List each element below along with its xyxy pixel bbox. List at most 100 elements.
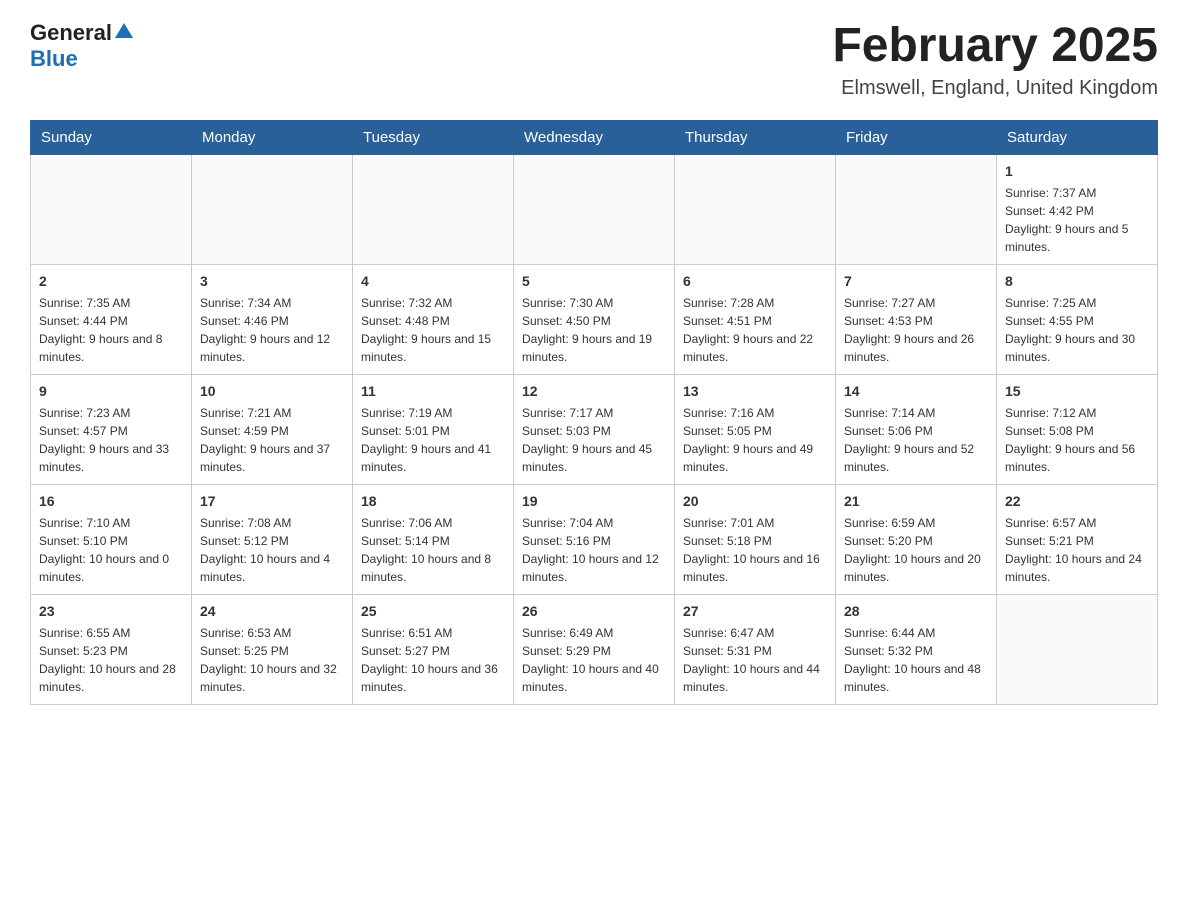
day-number: 28 [844,601,988,622]
day-number: 21 [844,491,988,512]
calendar-day-cell: 25Sunrise: 6:51 AM Sunset: 5:27 PM Dayli… [353,594,514,704]
calendar-day-cell: 21Sunrise: 6:59 AM Sunset: 5:20 PM Dayli… [836,484,997,594]
day-info: Sunrise: 7:30 AM Sunset: 4:50 PM Dayligh… [522,294,666,366]
calendar-day-cell [675,154,836,264]
calendar-week-row: 16Sunrise: 7:10 AM Sunset: 5:10 PM Dayli… [31,484,1158,594]
page-header: General Blue February 2025 Elmswell, Eng… [30,20,1158,100]
day-info: Sunrise: 7:37 AM Sunset: 4:42 PM Dayligh… [1005,184,1149,256]
day-number: 14 [844,381,988,402]
day-number: 9 [39,381,183,402]
calendar-day-cell: 23Sunrise: 6:55 AM Sunset: 5:23 PM Dayli… [31,594,192,704]
day-number: 4 [361,271,505,292]
calendar-day-cell: 3Sunrise: 7:34 AM Sunset: 4:46 PM Daylig… [192,264,353,374]
calendar-day-cell: 12Sunrise: 7:17 AM Sunset: 5:03 PM Dayli… [514,374,675,484]
calendar-day-cell: 6Sunrise: 7:28 AM Sunset: 4:51 PM Daylig… [675,264,836,374]
day-info: Sunrise: 6:47 AM Sunset: 5:31 PM Dayligh… [683,624,827,696]
day-number: 23 [39,601,183,622]
calendar-week-row: 9Sunrise: 7:23 AM Sunset: 4:57 PM Daylig… [31,374,1158,484]
title-block: February 2025 Elmswell, England, United … [832,20,1158,100]
day-number: 17 [200,491,344,512]
calendar-week-row: 23Sunrise: 6:55 AM Sunset: 5:23 PM Dayli… [31,594,1158,704]
day-number: 3 [200,271,344,292]
logo-general-text: General [30,20,112,46]
calendar-day-cell: 7Sunrise: 7:27 AM Sunset: 4:53 PM Daylig… [836,264,997,374]
day-of-week-header: Thursday [675,120,836,154]
day-info: Sunrise: 6:57 AM Sunset: 5:21 PM Dayligh… [1005,514,1149,586]
calendar-day-cell: 9Sunrise: 7:23 AM Sunset: 4:57 PM Daylig… [31,374,192,484]
day-number: 10 [200,381,344,402]
calendar-day-cell [353,154,514,264]
calendar-day-cell: 27Sunrise: 6:47 AM Sunset: 5:31 PM Dayli… [675,594,836,704]
day-number: 16 [39,491,183,512]
day-info: Sunrise: 7:32 AM Sunset: 4:48 PM Dayligh… [361,294,505,366]
calendar-day-cell: 1Sunrise: 7:37 AM Sunset: 4:42 PM Daylig… [997,154,1158,264]
day-of-week-header: Friday [836,120,997,154]
day-info: Sunrise: 7:01 AM Sunset: 5:18 PM Dayligh… [683,514,827,586]
calendar-header-row: SundayMondayTuesdayWednesdayThursdayFrid… [31,120,1158,154]
day-info: Sunrise: 7:04 AM Sunset: 5:16 PM Dayligh… [522,514,666,586]
day-number: 2 [39,271,183,292]
day-number: 5 [522,271,666,292]
day-info: Sunrise: 6:51 AM Sunset: 5:27 PM Dayligh… [361,624,505,696]
day-info: Sunrise: 7:34 AM Sunset: 4:46 PM Dayligh… [200,294,344,366]
day-info: Sunrise: 7:10 AM Sunset: 5:10 PM Dayligh… [39,514,183,586]
day-number: 27 [683,601,827,622]
logo-blue-text: Blue [30,46,78,72]
day-info: Sunrise: 7:23 AM Sunset: 4:57 PM Dayligh… [39,404,183,476]
day-info: Sunrise: 7:27 AM Sunset: 4:53 PM Dayligh… [844,294,988,366]
day-number: 1 [1005,161,1149,182]
calendar-day-cell [514,154,675,264]
calendar-day-cell [192,154,353,264]
day-number: 20 [683,491,827,512]
day-info: Sunrise: 6:59 AM Sunset: 5:20 PM Dayligh… [844,514,988,586]
day-number: 7 [844,271,988,292]
day-number: 15 [1005,381,1149,402]
day-number: 18 [361,491,505,512]
calendar-week-row: 1Sunrise: 7:37 AM Sunset: 4:42 PM Daylig… [31,154,1158,264]
calendar-day-cell: 13Sunrise: 7:16 AM Sunset: 5:05 PM Dayli… [675,374,836,484]
day-number: 6 [683,271,827,292]
calendar-table: SundayMondayTuesdayWednesdayThursdayFrid… [30,120,1158,705]
day-info: Sunrise: 7:06 AM Sunset: 5:14 PM Dayligh… [361,514,505,586]
day-info: Sunrise: 7:12 AM Sunset: 5:08 PM Dayligh… [1005,404,1149,476]
day-info: Sunrise: 6:44 AM Sunset: 5:32 PM Dayligh… [844,624,988,696]
calendar-day-cell: 28Sunrise: 6:44 AM Sunset: 5:32 PM Dayli… [836,594,997,704]
calendar-day-cell: 11Sunrise: 7:19 AM Sunset: 5:01 PM Dayli… [353,374,514,484]
day-number: 11 [361,381,505,402]
calendar-day-cell: 17Sunrise: 7:08 AM Sunset: 5:12 PM Dayli… [192,484,353,594]
day-of-week-header: Monday [192,120,353,154]
day-of-week-header: Sunday [31,120,192,154]
calendar-day-cell: 22Sunrise: 6:57 AM Sunset: 5:21 PM Dayli… [997,484,1158,594]
day-number: 25 [361,601,505,622]
day-number: 13 [683,381,827,402]
day-number: 8 [1005,271,1149,292]
day-number: 24 [200,601,344,622]
calendar-day-cell: 26Sunrise: 6:49 AM Sunset: 5:29 PM Dayli… [514,594,675,704]
day-number: 26 [522,601,666,622]
logo: General Blue [30,20,133,72]
calendar-day-cell: 10Sunrise: 7:21 AM Sunset: 4:59 PM Dayli… [192,374,353,484]
location-title: Elmswell, England, United Kingdom [832,77,1158,100]
day-number: 22 [1005,491,1149,512]
calendar-day-cell: 14Sunrise: 7:14 AM Sunset: 5:06 PM Dayli… [836,374,997,484]
day-info: Sunrise: 7:17 AM Sunset: 5:03 PM Dayligh… [522,404,666,476]
day-info: Sunrise: 7:14 AM Sunset: 5:06 PM Dayligh… [844,404,988,476]
day-of-week-header: Tuesday [353,120,514,154]
month-title: February 2025 [832,20,1158,73]
day-info: Sunrise: 6:55 AM Sunset: 5:23 PM Dayligh… [39,624,183,696]
calendar-day-cell: 8Sunrise: 7:25 AM Sunset: 4:55 PM Daylig… [997,264,1158,374]
calendar-day-cell: 2Sunrise: 7:35 AM Sunset: 4:44 PM Daylig… [31,264,192,374]
day-of-week-header: Saturday [997,120,1158,154]
day-info: Sunrise: 7:25 AM Sunset: 4:55 PM Dayligh… [1005,294,1149,366]
calendar-day-cell: 16Sunrise: 7:10 AM Sunset: 5:10 PM Dayli… [31,484,192,594]
calendar-day-cell [997,594,1158,704]
calendar-week-row: 2Sunrise: 7:35 AM Sunset: 4:44 PM Daylig… [31,264,1158,374]
calendar-day-cell: 24Sunrise: 6:53 AM Sunset: 5:25 PM Dayli… [192,594,353,704]
day-info: Sunrise: 7:21 AM Sunset: 4:59 PM Dayligh… [200,404,344,476]
calendar-day-cell [31,154,192,264]
calendar-day-cell: 5Sunrise: 7:30 AM Sunset: 4:50 PM Daylig… [514,264,675,374]
logo-triangle-icon [115,23,133,38]
day-info: Sunrise: 6:53 AM Sunset: 5:25 PM Dayligh… [200,624,344,696]
calendar-day-cell: 20Sunrise: 7:01 AM Sunset: 5:18 PM Dayli… [675,484,836,594]
calendar-day-cell: 19Sunrise: 7:04 AM Sunset: 5:16 PM Dayli… [514,484,675,594]
